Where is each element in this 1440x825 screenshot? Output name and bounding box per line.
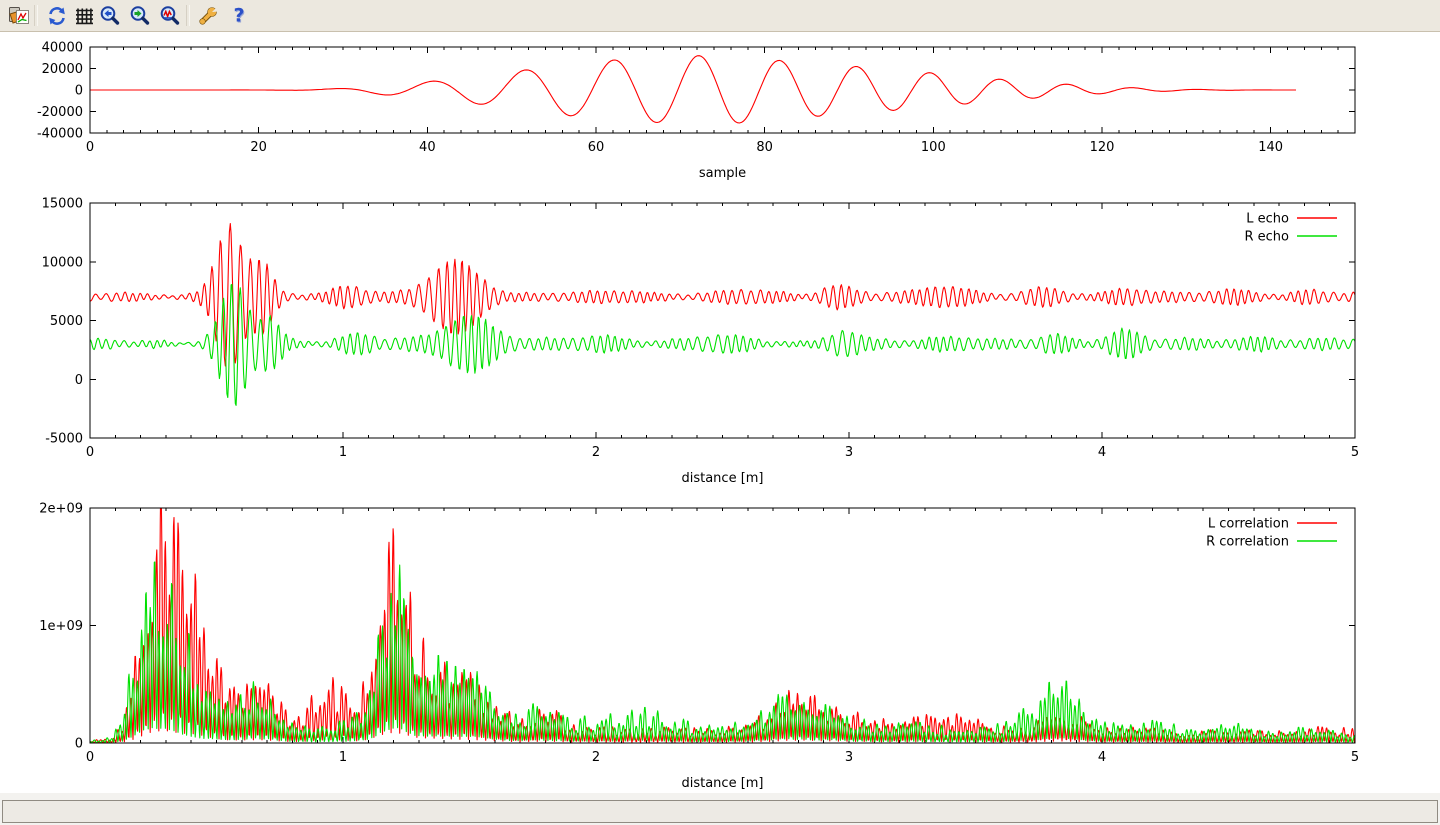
status-bar: [0, 793, 1440, 825]
svg-text:3: 3: [845, 445, 853, 460]
plot-region-echo[interactable]: [90, 203, 1355, 438]
svg-text:40000: 40000: [42, 41, 83, 56]
grid-icon: [73, 5, 95, 27]
zoom-next-button[interactable]: [127, 3, 152, 28]
svg-text:0: 0: [75, 84, 83, 99]
svg-text:0: 0: [86, 445, 94, 460]
replot-button[interactable]: [44, 3, 69, 28]
svg-text:0: 0: [75, 737, 83, 752]
svg-text:80: 80: [756, 140, 773, 155]
svg-text:1e+09: 1e+09: [39, 619, 83, 634]
svg-text:60: 60: [588, 140, 605, 155]
svg-text:4: 4: [1098, 445, 1106, 460]
autoscale-button[interactable]: [157, 3, 182, 28]
svg-text:100: 100: [921, 140, 946, 155]
config-button[interactable]: [195, 3, 220, 28]
plot-region-correlation[interactable]: [90, 508, 1355, 743]
svg-text:2e+09: 2e+09: [39, 502, 83, 517]
svg-text:140: 140: [1258, 140, 1283, 155]
help-button[interactable]: ? ?: [226, 3, 251, 28]
svg-text:2: 2: [592, 750, 600, 765]
svg-text:?: ?: [233, 5, 244, 27]
refresh-icon: [46, 5, 68, 27]
status-message-field: [2, 800, 1438, 823]
svg-text:0: 0: [86, 140, 94, 155]
toolbar-separator: [186, 5, 190, 26]
svg-text:5: 5: [1351, 750, 1359, 765]
svg-text:-40000: -40000: [37, 127, 83, 142]
svg-text:4: 4: [1098, 750, 1106, 765]
zoom-next-icon: [129, 5, 151, 27]
gnuplot-window: ? ? 020406080100120140-40000-20000020000…: [0, 0, 1440, 825]
copy-plot-icon: [8, 5, 30, 27]
svg-text:40: 40: [419, 140, 436, 155]
svg-text:-20000: -20000: [37, 105, 83, 120]
svg-text:-5000: -5000: [45, 432, 83, 447]
zoom-previous-icon: [99, 5, 121, 27]
copy-to-clipboard-button[interactable]: [6, 3, 31, 28]
toolbar: ? ?: [0, 0, 1440, 32]
svg-text:5000: 5000: [50, 314, 83, 329]
zoom-previous-button[interactable]: [97, 3, 122, 28]
svg-text:120: 120: [1090, 140, 1115, 155]
x-axis-title: distance [m]: [681, 776, 763, 791]
wrench-icon: [197, 5, 219, 27]
toolbar-separator: [34, 5, 38, 26]
svg-text:0: 0: [86, 750, 94, 765]
svg-text:1: 1: [339, 445, 347, 460]
svg-text:0: 0: [75, 373, 83, 388]
plot-region-sample-waveform[interactable]: [90, 47, 1355, 133]
svg-text:1: 1: [339, 750, 347, 765]
svg-text:15000: 15000: [42, 197, 83, 212]
autoscale-icon: [159, 5, 181, 27]
x-axis-title: sample: [699, 166, 746, 181]
x-axis-title: distance [m]: [681, 471, 763, 486]
help-icon: ? ?: [228, 5, 250, 27]
svg-text:20: 20: [250, 140, 267, 155]
svg-text:2: 2: [592, 445, 600, 460]
svg-text:3: 3: [845, 750, 853, 765]
svg-text:10000: 10000: [42, 255, 83, 270]
grid-toggle-button[interactable]: [71, 3, 96, 28]
svg-text:20000: 20000: [42, 62, 83, 77]
svg-text:5: 5: [1351, 445, 1359, 460]
